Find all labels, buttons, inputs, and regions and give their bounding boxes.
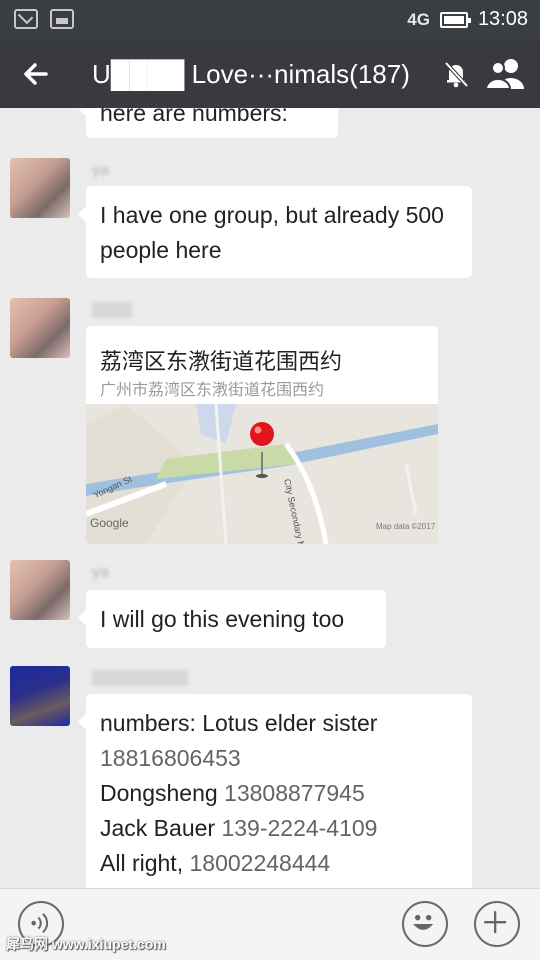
location-address: 广州市荔湾区东漖街道花围西约 — [100, 382, 325, 399]
phone-number[interactable]: 13808877945 — [224, 780, 365, 806]
status-icons-right: 4G 13:08 — [407, 8, 528, 31]
message-bubble[interactable]: I will go this evening too — [78, 590, 386, 648]
map-credit-label: Map data ©2017 — [376, 522, 436, 531]
mute-bell-icon[interactable] — [440, 58, 472, 90]
status-bar: 4G 13:08 — [0, 0, 540, 40]
group-members-icon[interactable] — [484, 56, 528, 92]
message-bubble[interactable]: numbers: Lotus elder sister 18816806453 … — [78, 694, 472, 888]
battery-icon — [439, 11, 471, 28]
chat-title: U████ Love···nimals(187) — [92, 59, 410, 89]
avatar[interactable] — [10, 666, 70, 726]
avatar[interactable] — [10, 560, 70, 620]
message-text: I will go this evening too — [100, 606, 345, 632]
back-arrow-icon[interactable] — [16, 54, 56, 94]
message-bubble[interactable]: I have one group, but already 500 people… — [78, 186, 472, 278]
emoji-icon[interactable] — [402, 901, 448, 947]
message-line: 18816806453 — [100, 741, 458, 776]
sender-name — [92, 302, 132, 318]
location-place: 荔湾区东漖街道花围西约 — [100, 349, 343, 374]
location-card[interactable]: 荔湾区东漖街道花围西约 广州市荔湾区东漖街道花围西约 Google Map da… — [86, 326, 438, 544]
contact-label: Dongsheng — [100, 780, 225, 806]
sender-name: ya — [92, 564, 109, 581]
location-map[interactable]: Google Map data ©2017 Yongan St City Sec… — [86, 403, 438, 544]
avatar[interactable] — [10, 298, 70, 358]
contact-label: All right, — [100, 850, 190, 876]
phone-number[interactable]: 139-2224-4109 — [221, 815, 377, 841]
message-line: numbers: Lotus elder sister — [100, 706, 458, 741]
mail-icon — [14, 9, 38, 29]
image-icon — [50, 9, 74, 29]
map-provider-label: Google — [90, 516, 129, 530]
sender-name — [92, 670, 188, 686]
message-text: here are numbers: — [100, 108, 288, 126]
network-indicator: 4G — [407, 9, 430, 29]
message-bubble[interactable]: here are numbers: — [78, 108, 338, 138]
contact-label: numbers: Lotus elder sister — [100, 710, 378, 736]
message-text: I have one group, but already 500 people… — [100, 202, 444, 263]
message-list[interactable]: here are numbers: ya I have one group, b… — [0, 108, 540, 888]
status-icons-left — [14, 9, 74, 29]
phone-number[interactable]: 18002248444 — [189, 850, 330, 876]
phone-number[interactable]: 18816806453 — [100, 745, 241, 771]
avatar[interactable] — [10, 158, 70, 218]
message-line: Jack Bauer 139-2224-4109 — [100, 811, 458, 846]
clock: 13:08 — [477, 8, 528, 30]
sender-name: ya — [92, 162, 109, 179]
message-line: Dongsheng 13808877945 — [100, 776, 458, 811]
watermark: 犀鸟网 www.ixiupet.com — [6, 936, 166, 952]
chat-header: U████ Love···nimals(187) — [0, 40, 540, 108]
message-line: All right, 18002248444 — [100, 846, 458, 881]
plus-icon[interactable] — [474, 901, 520, 947]
contact-label: Jack Bauer — [100, 815, 222, 841]
